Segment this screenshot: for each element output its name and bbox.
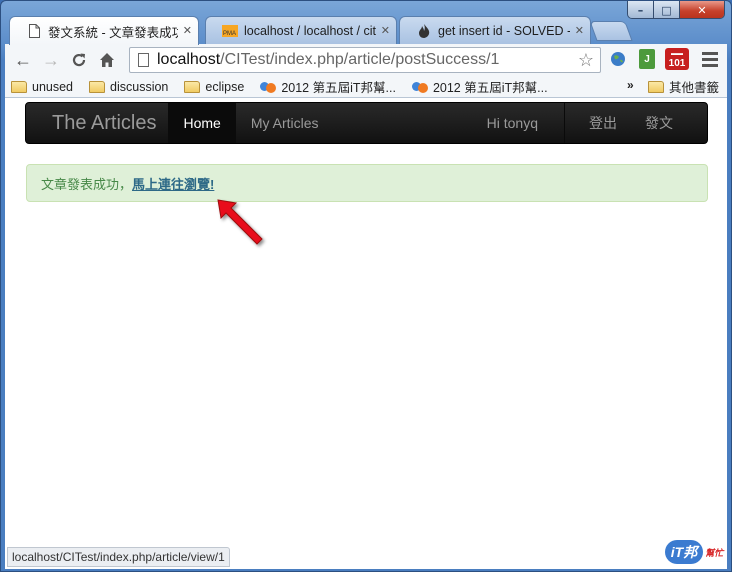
page-viewport: The Articles Home My Articles Hi tonyq 登… [5, 98, 727, 569]
bookmark-folder-unused[interactable]: unused [5, 80, 81, 94]
tab-label: 發文系統 - 文章發表成功 [48, 25, 178, 40]
nav-divider [564, 103, 565, 143]
new-tab-button[interactable] [589, 21, 633, 41]
watermark-sub: 幫忙 [705, 547, 724, 558]
folder-icon [184, 80, 201, 93]
calendar-101-extension-icon[interactable]: ▬▬ 101 [665, 48, 689, 70]
evernote-extension-icon[interactable]: J [639, 49, 655, 69]
maximize-button[interactable]: □ [654, 1, 680, 18]
bookmarks-bar: unused discussion eclipse 2012 第五屆iT邦幫..… [5, 76, 727, 98]
nav-home[interactable]: Home [168, 103, 236, 143]
tab-article-success[interactable]: 發文系統 - 文章發表成功 ✕ [9, 16, 199, 45]
tab-phpmyadmin[interactable]: PMA localhost / localhost / cit ✕ [205, 16, 397, 44]
status-bar: localhost/CITest/index.php/article/view/… [7, 547, 230, 567]
success-alert: 文章發表成功， 馬上連往瀏覽! [26, 164, 708, 202]
browser-toolbar: ← → localhost/CITest/index.php/article/p… [5, 44, 727, 76]
bookmark-ithome-2[interactable]: 2012 第五屆iT邦幫... [404, 77, 556, 96]
bookmark-label: eclipse [205, 79, 245, 94]
bookmark-label: unused [32, 79, 74, 94]
bookmark-label: 2012 第五屆iT邦幫... [281, 81, 396, 95]
post-article-link[interactable]: 發文 [631, 103, 707, 143]
forward-button[interactable]: → [37, 46, 65, 74]
url-path: /CITest/index.php/article/postSuccess/1 [220, 51, 500, 68]
bookmarks-overflow-chevron-icon[interactable]: » [627, 78, 634, 92]
page-icon [138, 53, 149, 67]
tab-close-icon[interactable]: ✕ [183, 24, 192, 37]
bookmark-folder-discussion[interactable]: discussion [81, 80, 176, 94]
url-host: localhost [157, 51, 221, 68]
address-bar[interactable]: localhost/CITest/index.php/article/postS… [129, 47, 601, 73]
globe-extension-icon[interactable] [607, 48, 629, 70]
ithelp-watermark-logo: iT邦 幫忙 [663, 538, 725, 566]
folder-icon [11, 80, 27, 93]
status-url: localhost/CITest/index.php/article/view/… [12, 550, 225, 564]
tab-label: localhost / localhost / cit [244, 23, 376, 38]
view-article-link[interactable]: 馬上連往瀏覽! [132, 174, 214, 193]
bookmark-star-icon[interactable]: ☆ [578, 50, 594, 71]
tab-codeigniter-forum[interactable]: get insert id - SOLVED - tl ✕ [399, 16, 591, 44]
ithome-icon [260, 80, 277, 94]
bookmark-folder-eclipse[interactable]: eclipse [176, 80, 252, 94]
folder-icon [647, 80, 664, 93]
site-navbar: The Articles Home My Articles Hi tonyq 登… [25, 102, 708, 144]
tab-strip: 發文系統 - 文章發表成功 ✕ PMA localhost / localhos… [9, 16, 649, 45]
page-icon [26, 23, 42, 39]
hamburger-menu-icon [702, 51, 718, 67]
bookmark-label: 2012 第五屆iT邦幫... [432, 81, 548, 95]
close-window-button[interactable]: ✕ [680, 1, 724, 18]
home-button[interactable] [93, 46, 121, 74]
chrome-menu-button[interactable] [699, 48, 721, 70]
bookmark-label: 其他書籤 [668, 81, 719, 95]
codeigniter-flame-icon [416, 23, 432, 39]
home-icon [100, 53, 114, 67]
bookmark-folder-other[interactable]: 其他書籤 [640, 77, 727, 96]
bookmark-ithome-1[interactable]: 2012 第五屆iT邦幫... [252, 77, 404, 96]
ithome-icon [411, 80, 428, 94]
svg-text:PMA: PMA [223, 31, 236, 37]
nav-my-articles[interactable]: My Articles [236, 103, 334, 143]
navbar-right: Hi tonyq 登出 發文 [472, 103, 707, 143]
alert-message: 文章發表成功， [41, 176, 133, 192]
logout-link[interactable]: 登出 [569, 103, 631, 143]
tab-close-icon[interactable]: ✕ [381, 24, 390, 37]
browser-window: – □ ✕ 發文系統 - 文章發表成功 ✕ PMA localhost / lo… [0, 0, 732, 572]
tab-close-icon[interactable]: ✕ [575, 24, 584, 37]
reload-icon [72, 53, 86, 67]
tab-label: get insert id - SOLVED - tl [438, 23, 570, 38]
reload-button[interactable] [65, 46, 93, 74]
user-greeting: Hi tonyq [486, 115, 538, 131]
back-button[interactable]: ← [9, 46, 37, 74]
watermark-main: iT邦 [664, 540, 704, 564]
site-brand[interactable]: The Articles [26, 103, 168, 143]
pma-icon: PMA [222, 23, 238, 39]
extensions-area: J ▬▬ 101 [607, 48, 721, 70]
red-arrow-icon [217, 199, 263, 245]
folder-icon [89, 80, 106, 93]
bookmark-label: discussion [110, 79, 169, 94]
